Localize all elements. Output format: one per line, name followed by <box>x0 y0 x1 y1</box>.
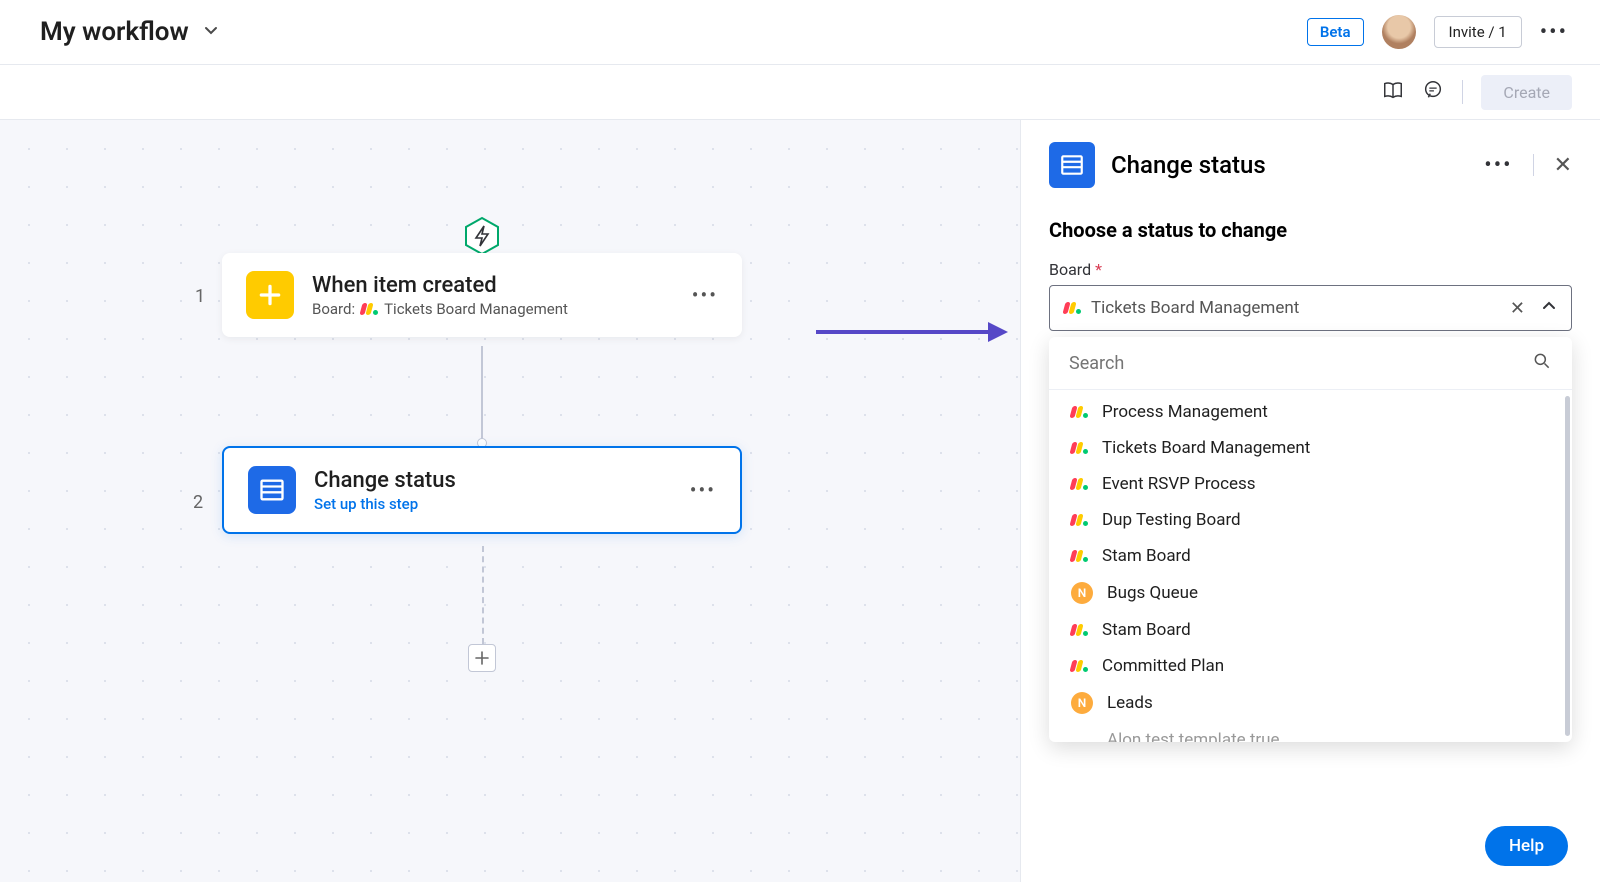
dropdown-option[interactable]: Event RSVP Process <box>1049 466 1572 502</box>
step-number: 2 <box>193 492 203 513</box>
board-select-value: Tickets Board Management <box>1091 298 1494 318</box>
monday-icon <box>1071 514 1088 526</box>
field-label-text: Board <box>1049 260 1091 279</box>
chevron-up-icon[interactable] <box>1541 298 1557 318</box>
option-label: Tickets Board Management <box>1102 438 1310 458</box>
monday-icon <box>1064 302 1081 314</box>
monday-icon <box>1071 406 1088 418</box>
chat-icon[interactable] <box>1422 79 1444 105</box>
monday-icon <box>1071 478 1088 490</box>
step-board-name: Tickets Board Management <box>384 300 568 318</box>
setup-step-link[interactable]: Set up this step <box>314 495 672 513</box>
panel-more-icon[interactable]: ••• <box>1484 153 1512 178</box>
option-label: Stam Board <box>1102 620 1191 640</box>
letter-badge-icon: N <box>1071 692 1093 714</box>
close-icon[interactable]: ✕ <box>1554 153 1572 178</box>
section-title: Choose a status to change <box>1049 218 1572 242</box>
panel-title: Change status <box>1111 151 1468 179</box>
workflow-canvas[interactable]: 1 When item created Board: Tickets Board… <box>0 120 1020 882</box>
side-panel: Change status ••• ✕ Choose a status to c… <box>1020 120 1600 882</box>
chevron-down-icon[interactable] <box>203 22 219 42</box>
dropdown-option[interactable]: Stam Board <box>1049 538 1572 574</box>
option-label: Committed Plan <box>1102 656 1224 676</box>
step-number: 1 <box>195 286 205 307</box>
help-button[interactable]: Help <box>1485 826 1568 866</box>
step-subtitle: Board: Tickets Board Management <box>312 300 674 318</box>
board-select[interactable]: Tickets Board Management ✕ <box>1049 285 1572 331</box>
create-button[interactable]: Create <box>1481 75 1572 110</box>
option-label: Leads <box>1107 693 1153 713</box>
step-more-icon[interactable]: ••• <box>692 283 718 307</box>
search-input[interactable] <box>1069 353 1532 374</box>
add-step-button[interactable] <box>468 644 496 672</box>
workflow-title[interactable]: My workflow <box>40 17 189 47</box>
option-label: Event RSVP Process <box>1102 474 1256 494</box>
search-icon[interactable] <box>1532 351 1552 375</box>
book-icon[interactable] <box>1382 79 1404 105</box>
board-dropdown: Process Management Tickets Board Manageme… <box>1049 337 1572 742</box>
option-label: Dup Testing Board <box>1102 510 1241 530</box>
option-label: Process Management <box>1102 402 1268 422</box>
dropdown-option[interactable]: Dup Testing Board <box>1049 502 1572 538</box>
connector-line <box>481 346 483 444</box>
avatar[interactable] <box>1382 15 1416 49</box>
board-icon <box>248 466 296 514</box>
divider <box>1462 80 1463 104</box>
arrow-annotation <box>810 312 1010 356</box>
dropdown-option[interactable]: N Leads <box>1049 684 1572 722</box>
connector-dashed <box>482 546 484 644</box>
option-label: Stam Board <box>1102 546 1191 566</box>
option-label: Bugs Queue <box>1107 583 1198 603</box>
dropdown-option[interactable]: N Bugs Queue <box>1049 574 1572 612</box>
dropdown-option[interactable]: Process Management <box>1049 394 1572 430</box>
letter-badge-icon: N <box>1071 582 1093 604</box>
trigger-icon <box>462 216 502 256</box>
beta-badge: Beta <box>1307 18 1364 46</box>
step-card-action[interactable]: Change status Set up this step ••• <box>222 446 742 534</box>
dropdown-option[interactable]: Stam Board <box>1049 612 1572 648</box>
field-label-board: Board* <box>1049 260 1572 279</box>
option-list[interactable]: Process Management Tickets Board Manageme… <box>1049 390 1572 742</box>
divider <box>1533 154 1534 176</box>
monday-icon <box>1071 550 1088 562</box>
step-title: When item created <box>312 273 674 298</box>
clear-icon[interactable]: ✕ <box>1504 298 1531 319</box>
monday-icon <box>361 303 378 315</box>
step-sub-prefix: Board: <box>312 300 355 318</box>
search-row <box>1049 337 1572 390</box>
sub-header: Create <box>0 65 1600 120</box>
step-more-icon[interactable]: ••• <box>690 478 716 502</box>
required-asterisk: * <box>1095 260 1102 279</box>
dropdown-option[interactable]: Tickets Board Management <box>1049 430 1572 466</box>
monday-icon <box>1071 660 1088 672</box>
step-title: Change status <box>314 468 672 493</box>
plus-icon <box>246 271 294 319</box>
app-header: My workflow Beta Invite / 1 ••• <box>0 0 1600 65</box>
monday-icon <box>1071 442 1088 454</box>
monday-icon <box>1071 624 1088 636</box>
invite-button[interactable]: Invite / 1 <box>1434 16 1522 48</box>
more-menu-icon[interactable]: ••• <box>1540 20 1568 45</box>
board-icon <box>1049 142 1095 188</box>
dropdown-option-partial: Alon test template true <box>1049 722 1572 742</box>
step-card-trigger[interactable]: When item created Board: Tickets Board M… <box>222 253 742 337</box>
dropdown-option[interactable]: Committed Plan <box>1049 648 1572 684</box>
